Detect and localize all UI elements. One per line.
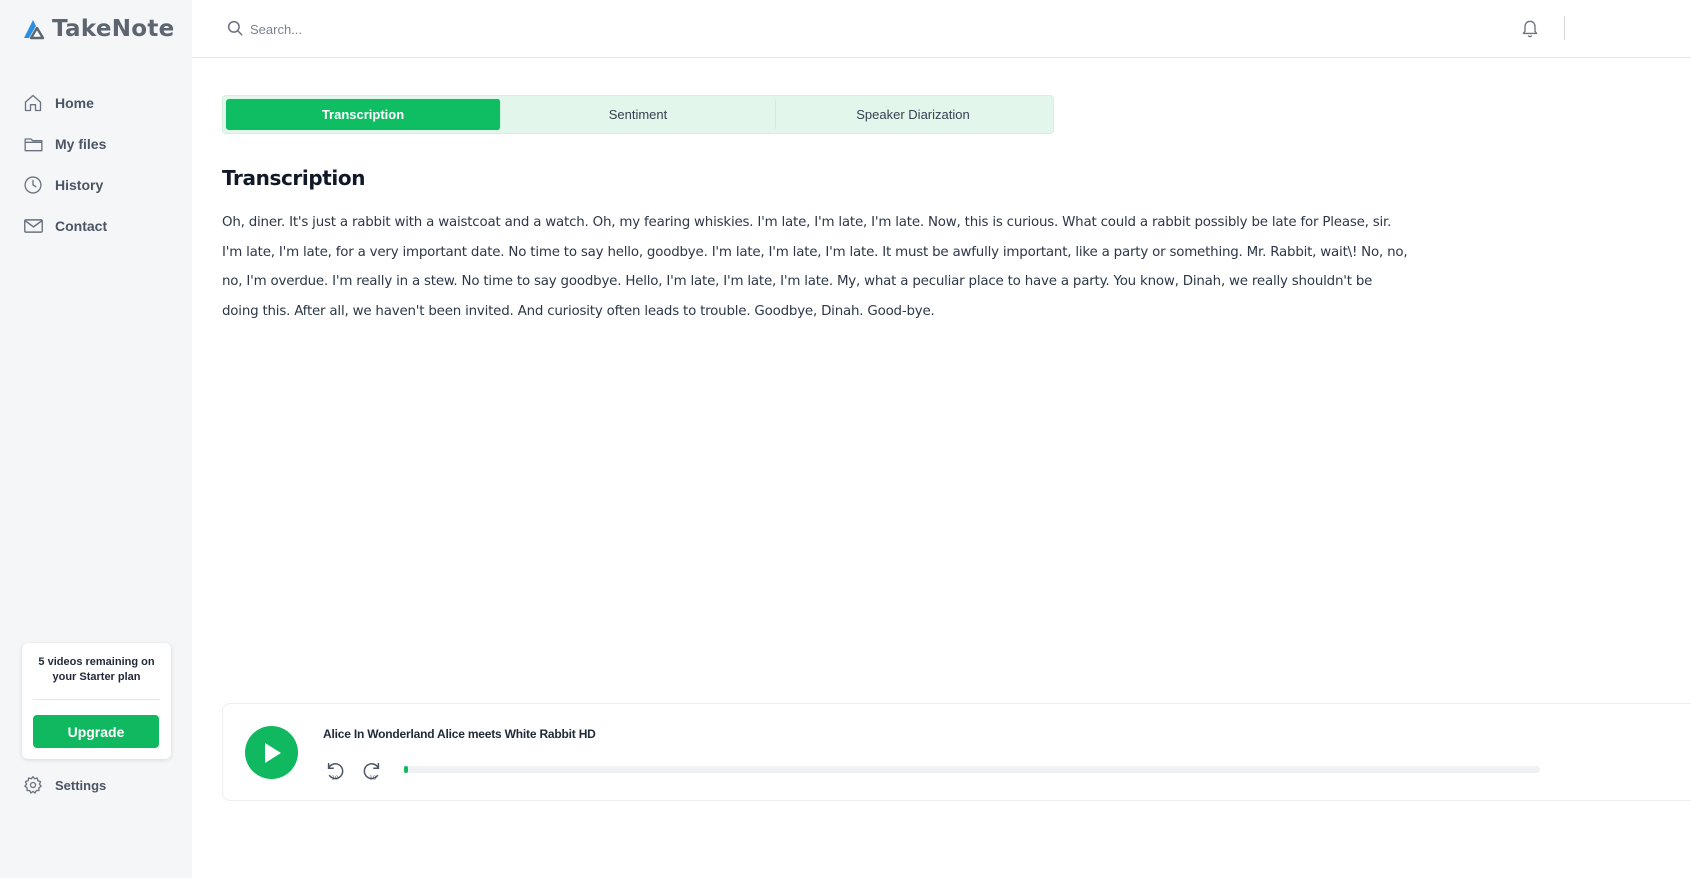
sidebar-item-label: History — [55, 176, 104, 193]
audio-player: Alice In Wonderland Alice meets White Ra… — [222, 703, 1691, 801]
tab-sentiment[interactable]: Sentiment — [501, 99, 776, 130]
search-input[interactable] — [250, 17, 750, 41]
sidebar-item-label: Contact — [55, 217, 108, 234]
forward-seconds: 10 — [369, 775, 376, 781]
transcript-text: Oh, diner. It's just a rabbit with a wai… — [222, 215, 1408, 320]
plan-divider — [33, 699, 160, 700]
topbar-separator — [1564, 16, 1565, 40]
clock-icon — [22, 174, 44, 196]
sidebar-item-history[interactable]: History — [22, 164, 182, 205]
sidebar: TakeNote Home My files History Contact 5… — [0, 0, 192, 878]
sidebar-item-label: Home — [55, 94, 94, 111]
topbar — [192, 0, 1691, 58]
sidebar-item-my-files[interactable]: My files — [22, 123, 182, 164]
rewind-seconds: 10 — [331, 775, 338, 781]
progress-bar[interactable] — [404, 766, 1540, 773]
folder-icon — [22, 133, 44, 155]
logo-icon — [24, 20, 45, 40]
progress-fill — [404, 766, 408, 773]
sidebar-item-home[interactable]: Home — [22, 82, 182, 123]
forward-10-button[interactable]: 10 — [361, 760, 383, 787]
play-button[interactable] — [245, 726, 298, 779]
sidebar-nav: Home My files History Contact — [22, 82, 182, 246]
sidebar-item-settings[interactable]: Settings — [22, 774, 106, 796]
bell-icon[interactable] — [1520, 17, 1540, 44]
tab-speaker-diarization[interactable]: Speaker Diarization — [776, 99, 1050, 130]
rewind-icon: 10 — [327, 762, 344, 781]
play-icon — [264, 742, 281, 763]
upgrade-button[interactable]: Upgrade — [33, 715, 159, 748]
gear-icon — [22, 774, 44, 796]
forward-icon: 10 — [363, 762, 380, 781]
sidebar-item-contact[interactable]: Contact — [22, 205, 182, 246]
settings-label: Settings — [55, 777, 107, 793]
tab-transcription[interactable]: Transcription — [226, 99, 501, 130]
mail-icon — [22, 215, 44, 237]
home-icon — [22, 92, 44, 114]
app-logo[interactable]: TakeNote — [22, 14, 175, 44]
media-title: Alice In Wonderland Alice meets White Ra… — [323, 727, 596, 741]
tab-bar: Transcription Sentiment Speaker Diarizat… — [222, 95, 1054, 134]
plan-remaining-text: 5 videos remaining on your Starter plan — [38, 656, 155, 683]
sidebar-item-label: My files — [55, 135, 107, 152]
app-name: TakeNote — [52, 16, 175, 42]
search-icon — [226, 19, 244, 42]
page-title: Transcription — [222, 166, 366, 190]
rewind-10-button[interactable]: 10 — [324, 760, 346, 787]
plan-card: 5 videos remaining on your Starter plan … — [22, 643, 171, 759]
